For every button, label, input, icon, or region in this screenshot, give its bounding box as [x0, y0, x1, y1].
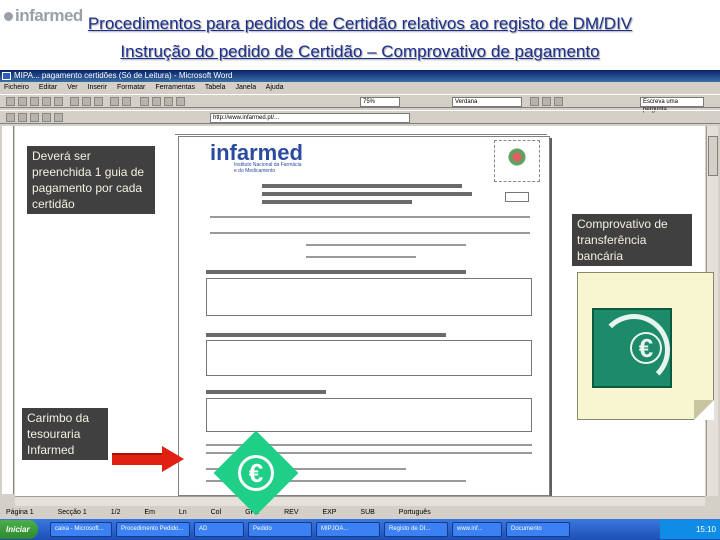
- window-title: MIPA... pagamento certidões (Só de Leitu…: [14, 71, 233, 80]
- cut-icon[interactable]: [70, 97, 79, 106]
- doc-section-heading: [206, 270, 466, 274]
- paste-icon[interactable]: [94, 97, 103, 106]
- euro-symbol-icon: €: [630, 332, 662, 364]
- menu-format[interactable]: Formatar: [117, 84, 145, 91]
- doc-heading-bar: [262, 184, 462, 188]
- taskbar-item[interactable]: www.inf...: [452, 522, 502, 537]
- slide-header: infarmed Procedimentos para pedidos de C…: [0, 0, 720, 70]
- doc-field-line: [210, 232, 530, 234]
- vertical-ruler: [2, 126, 14, 494]
- help-question-box[interactable]: Escreva uma pergunta: [640, 97, 704, 113]
- save-icon[interactable]: [30, 97, 39, 106]
- document-logo-subtitle: Instituto Nacional da Farmácia e do Medi…: [234, 162, 302, 174]
- stop-icon[interactable]: [30, 113, 39, 122]
- treasury-stamp-icon: €: [213, 430, 299, 516]
- italic-icon[interactable]: [542, 97, 551, 106]
- doc-payment-table: [206, 398, 532, 432]
- callout-comprovativo: Comprovativo de transferência bancária: [572, 214, 692, 266]
- doc-heading-bar: [262, 200, 412, 204]
- print-icon[interactable]: [42, 97, 51, 106]
- doc-heading-bar: [262, 192, 472, 196]
- taskbar: Iniciar caixa - Microsoft... Procediment…: [0, 519, 720, 540]
- new-document-icon[interactable]: [6, 97, 15, 106]
- system-tray-clock: 15:10: [660, 520, 720, 539]
- status-language: Português: [398, 509, 431, 516]
- drawing-icon[interactable]: [164, 97, 173, 106]
- zoom-combo[interactable]: 75%: [360, 97, 400, 107]
- taskbar-item[interactable]: Procedimento Pedido...: [116, 522, 190, 537]
- callout-guia: Deverá ser preenchida 1 guia de pagament…: [27, 146, 155, 214]
- horizontal-ruler: [175, 127, 547, 135]
- menu-bar: Ficheiro Editar Ver Inserir Formatar Fer…: [0, 82, 720, 93]
- status-section: Secção 1: [57, 509, 87, 516]
- doc-field-line: [210, 216, 530, 218]
- table-icon[interactable]: [140, 97, 149, 106]
- status-page: Página 1: [6, 509, 34, 516]
- columns-icon[interactable]: [152, 97, 161, 106]
- window-titlebar[interactable]: MIPA... pagamento certidões (Só de Leitu…: [0, 70, 720, 82]
- bold-icon[interactable]: [530, 97, 539, 106]
- note-folded-corner: [694, 400, 714, 420]
- menu-tools[interactable]: Ferramentas: [155, 84, 195, 91]
- taskbar-item[interactable]: Pedido: [248, 522, 312, 537]
- status-line: Ln: [178, 509, 187, 516]
- back-icon[interactable]: [6, 113, 15, 122]
- standard-toolbar: 75% Verdana Escreva uma pergunta: [0, 94, 720, 113]
- taskbar-item[interactable]: Registo de DI...: [384, 522, 448, 537]
- taskbar-item[interactable]: MIPJOA...: [316, 522, 380, 537]
- font-combo[interactable]: Verdana: [452, 97, 522, 107]
- menu-window[interactable]: Janela: [235, 84, 256, 91]
- status-pages: 1/2: [110, 509, 121, 516]
- open-icon[interactable]: [18, 97, 27, 106]
- web-toolbar: http://www.infarmed.pt/...: [0, 110, 720, 124]
- red-arrow-shaft: [112, 453, 164, 465]
- menu-table[interactable]: Tabela: [205, 84, 226, 91]
- copy-icon[interactable]: [82, 97, 91, 106]
- scroll-thumb[interactable]: [708, 136, 718, 176]
- doc-field-line: [306, 256, 416, 258]
- home-icon[interactable]: [54, 113, 63, 122]
- refresh-icon[interactable]: [42, 113, 51, 122]
- slide-title-line1: Procedimentos para pedidos de Certidão r…: [87, 14, 633, 33]
- show-hide-icon[interactable]: [176, 97, 185, 106]
- taskbar-item[interactable]: caixa - Microsoft...: [50, 522, 112, 537]
- horizontal-scrollbar[interactable]: [15, 496, 705, 506]
- doc-section-box: [206, 340, 532, 376]
- start-button[interactable]: Iniciar: [0, 520, 38, 539]
- underline-icon[interactable]: [554, 97, 563, 106]
- address-combo[interactable]: http://www.infarmed.pt/...: [210, 113, 410, 123]
- doc-section-heading: [206, 390, 326, 394]
- menu-edit[interactable]: Editar: [39, 84, 57, 91]
- status-ovr: SUB: [360, 509, 375, 516]
- status-ext: EXP: [322, 509, 337, 516]
- callout-carimbo: Carimbo da tesouraria Infarmed: [22, 408, 108, 460]
- word-app-icon: [2, 72, 11, 80]
- doc-reference-box: [505, 192, 529, 202]
- stamp-euro-icon: €: [238, 455, 274, 491]
- redo-icon[interactable]: [122, 97, 131, 106]
- preview-icon[interactable]: [54, 97, 63, 106]
- doc-section-heading: [206, 333, 446, 337]
- doc-field-line: [306, 244, 466, 246]
- euro-card-icon: €: [592, 308, 672, 388]
- status-bar: Página 1 Secção 1 1/2 Em Ln Col GRV REV …: [0, 507, 720, 519]
- status-at: Em: [144, 509, 155, 516]
- menu-view[interactable]: Ver: [67, 84, 78, 91]
- red-arrow-icon: [162, 446, 184, 472]
- undo-icon[interactable]: [110, 97, 119, 106]
- document-crest-image: [494, 140, 540, 182]
- menu-help[interactable]: Ajuda: [266, 84, 284, 91]
- forward-icon[interactable]: [18, 113, 27, 122]
- taskbar-item[interactable]: AD: [194, 522, 244, 537]
- menu-insert[interactable]: Inserir: [88, 84, 107, 91]
- doc-section-box: [206, 278, 532, 316]
- slide-title-line2: Instrução do pedido de Certidão – Compro…: [120, 42, 600, 61]
- menu-file[interactable]: Ficheiro: [4, 84, 29, 91]
- taskbar-item[interactable]: Documento: [506, 522, 570, 537]
